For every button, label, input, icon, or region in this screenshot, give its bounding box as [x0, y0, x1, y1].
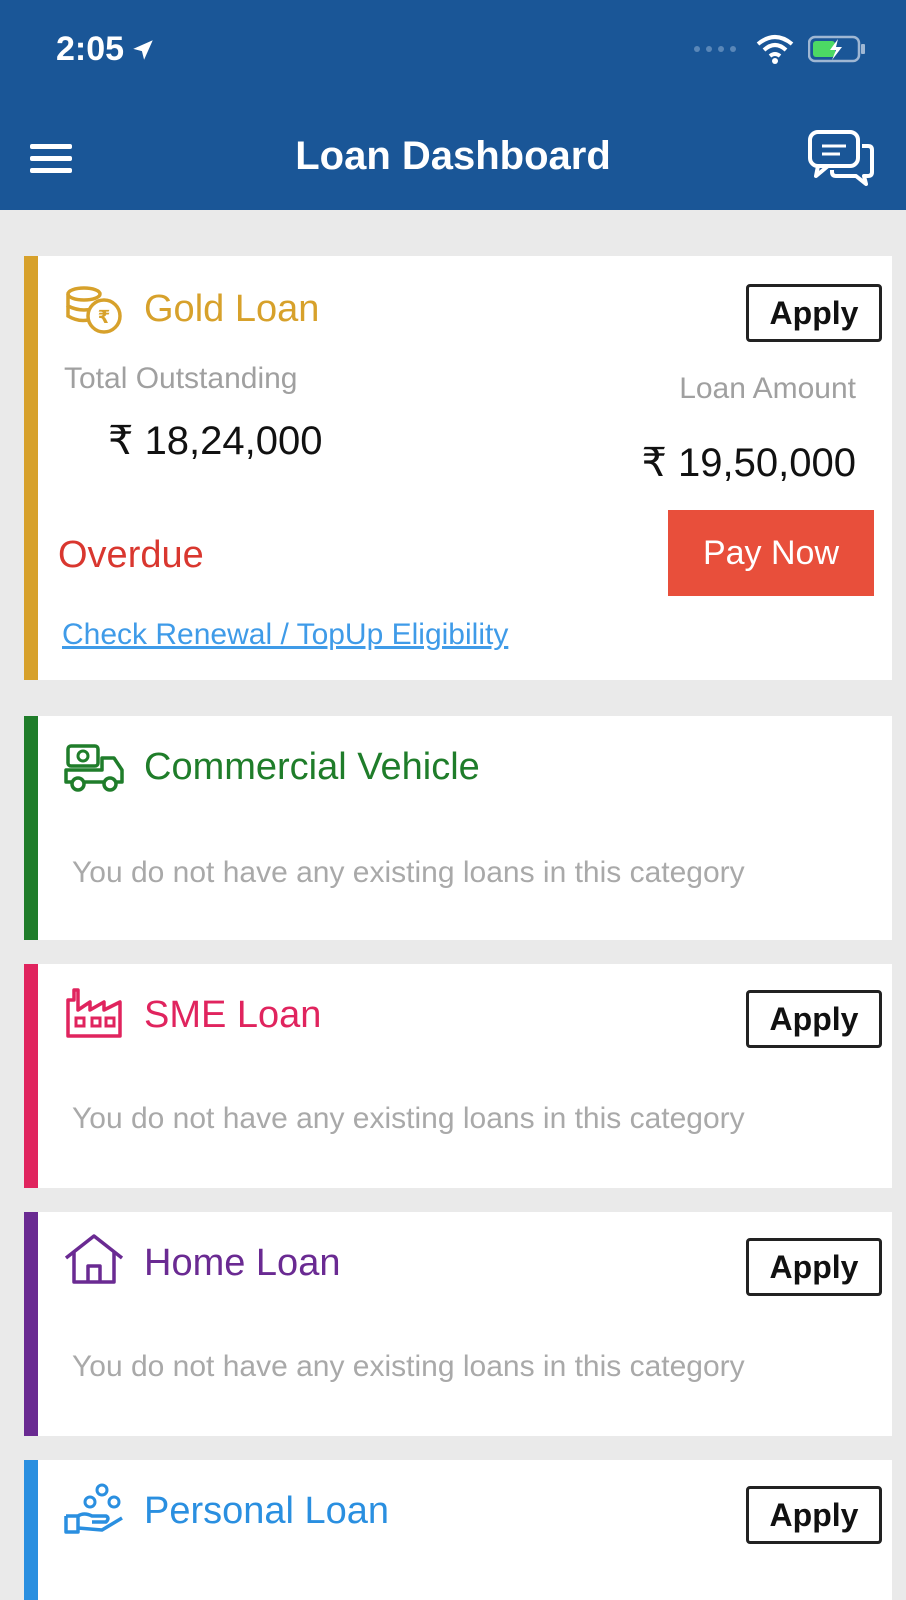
home-loan-empty-message: You do not have any existing loans in th…: [72, 1350, 745, 1383]
personal-loan-apply-button[interactable]: Apply: [746, 1486, 882, 1544]
nav-bar: Loan Dashboard: [0, 110, 906, 210]
house-icon: [64, 1234, 124, 1284]
loan-amount-value: ₹ 19,50,000: [641, 441, 856, 485]
location-arrow-icon: [133, 39, 153, 60]
gold-loan-card: ₹ Gold Loan Apply Total Outstanding ₹ 18…: [24, 256, 892, 680]
sme-loan-card: SME Loan Apply You do not have any exist…: [24, 964, 892, 1188]
status-time: 2:05: [56, 30, 125, 68]
status-bar: 2:05: [0, 0, 906, 110]
coins-icon: ₹: [66, 286, 122, 334]
home-loan-accent-bar: [24, 1212, 38, 1436]
gold-loan-accent-bar: [24, 256, 38, 680]
total-outstanding-label: Total Outstanding: [64, 362, 298, 395]
commercial-vehicle-empty-message: You do not have any existing loans in th…: [72, 856, 745, 889]
svg-text:₹: ₹: [98, 307, 111, 328]
home-loan-title: Home Loan: [144, 1242, 341, 1284]
battery-charging-icon: [808, 35, 865, 63]
wifi-icon: [756, 35, 794, 64]
loan-amount-label: Loan Amount: [679, 372, 856, 405]
total-outstanding-value: ₹ 18,24,000: [108, 419, 323, 463]
hand-people-icon: [64, 1483, 123, 1534]
check-renewal-link[interactable]: Check Renewal / TopUp Eligibility: [62, 618, 508, 652]
commercial-vehicle-card: Commercial Vehicle You do not have any e…: [24, 716, 892, 940]
gold-loan-apply-button[interactable]: Apply: [746, 284, 882, 342]
sme-loan-accent-bar: [24, 964, 38, 1188]
commercial-vehicle-accent-bar: [24, 716, 38, 940]
home-loan-apply-button[interactable]: Apply: [746, 1238, 882, 1296]
app-header: 2:05 Loan Dashboard: [0, 0, 906, 210]
truck-money-icon: [64, 744, 124, 792]
sme-loan-title: SME Loan: [144, 994, 322, 1036]
signal-dots-icon: [694, 46, 736, 52]
factory-icon: [66, 988, 122, 1038]
sme-loan-apply-button[interactable]: Apply: [746, 990, 882, 1048]
personal-loan-accent-bar: [24, 1460, 38, 1600]
chat-icon[interactable]: [806, 128, 876, 188]
status-icons: [692, 34, 866, 64]
pay-now-button[interactable]: Pay Now: [668, 510, 874, 596]
sme-loan-empty-message: You do not have any existing loans in th…: [72, 1102, 745, 1135]
status-time-group: 2:05: [56, 30, 156, 69]
commercial-vehicle-title: Commercial Vehicle: [144, 746, 480, 788]
gold-loan-title: Gold Loan: [144, 288, 320, 330]
personal-loan-title: Personal Loan: [144, 1490, 390, 1532]
home-loan-card: Home Loan Apply You do not have any exis…: [24, 1212, 892, 1436]
personal-loan-card: Personal Loan Apply: [24, 1460, 892, 1600]
page-title: Loan Dashboard: [295, 134, 611, 178]
overdue-status: Overdue: [58, 534, 204, 576]
